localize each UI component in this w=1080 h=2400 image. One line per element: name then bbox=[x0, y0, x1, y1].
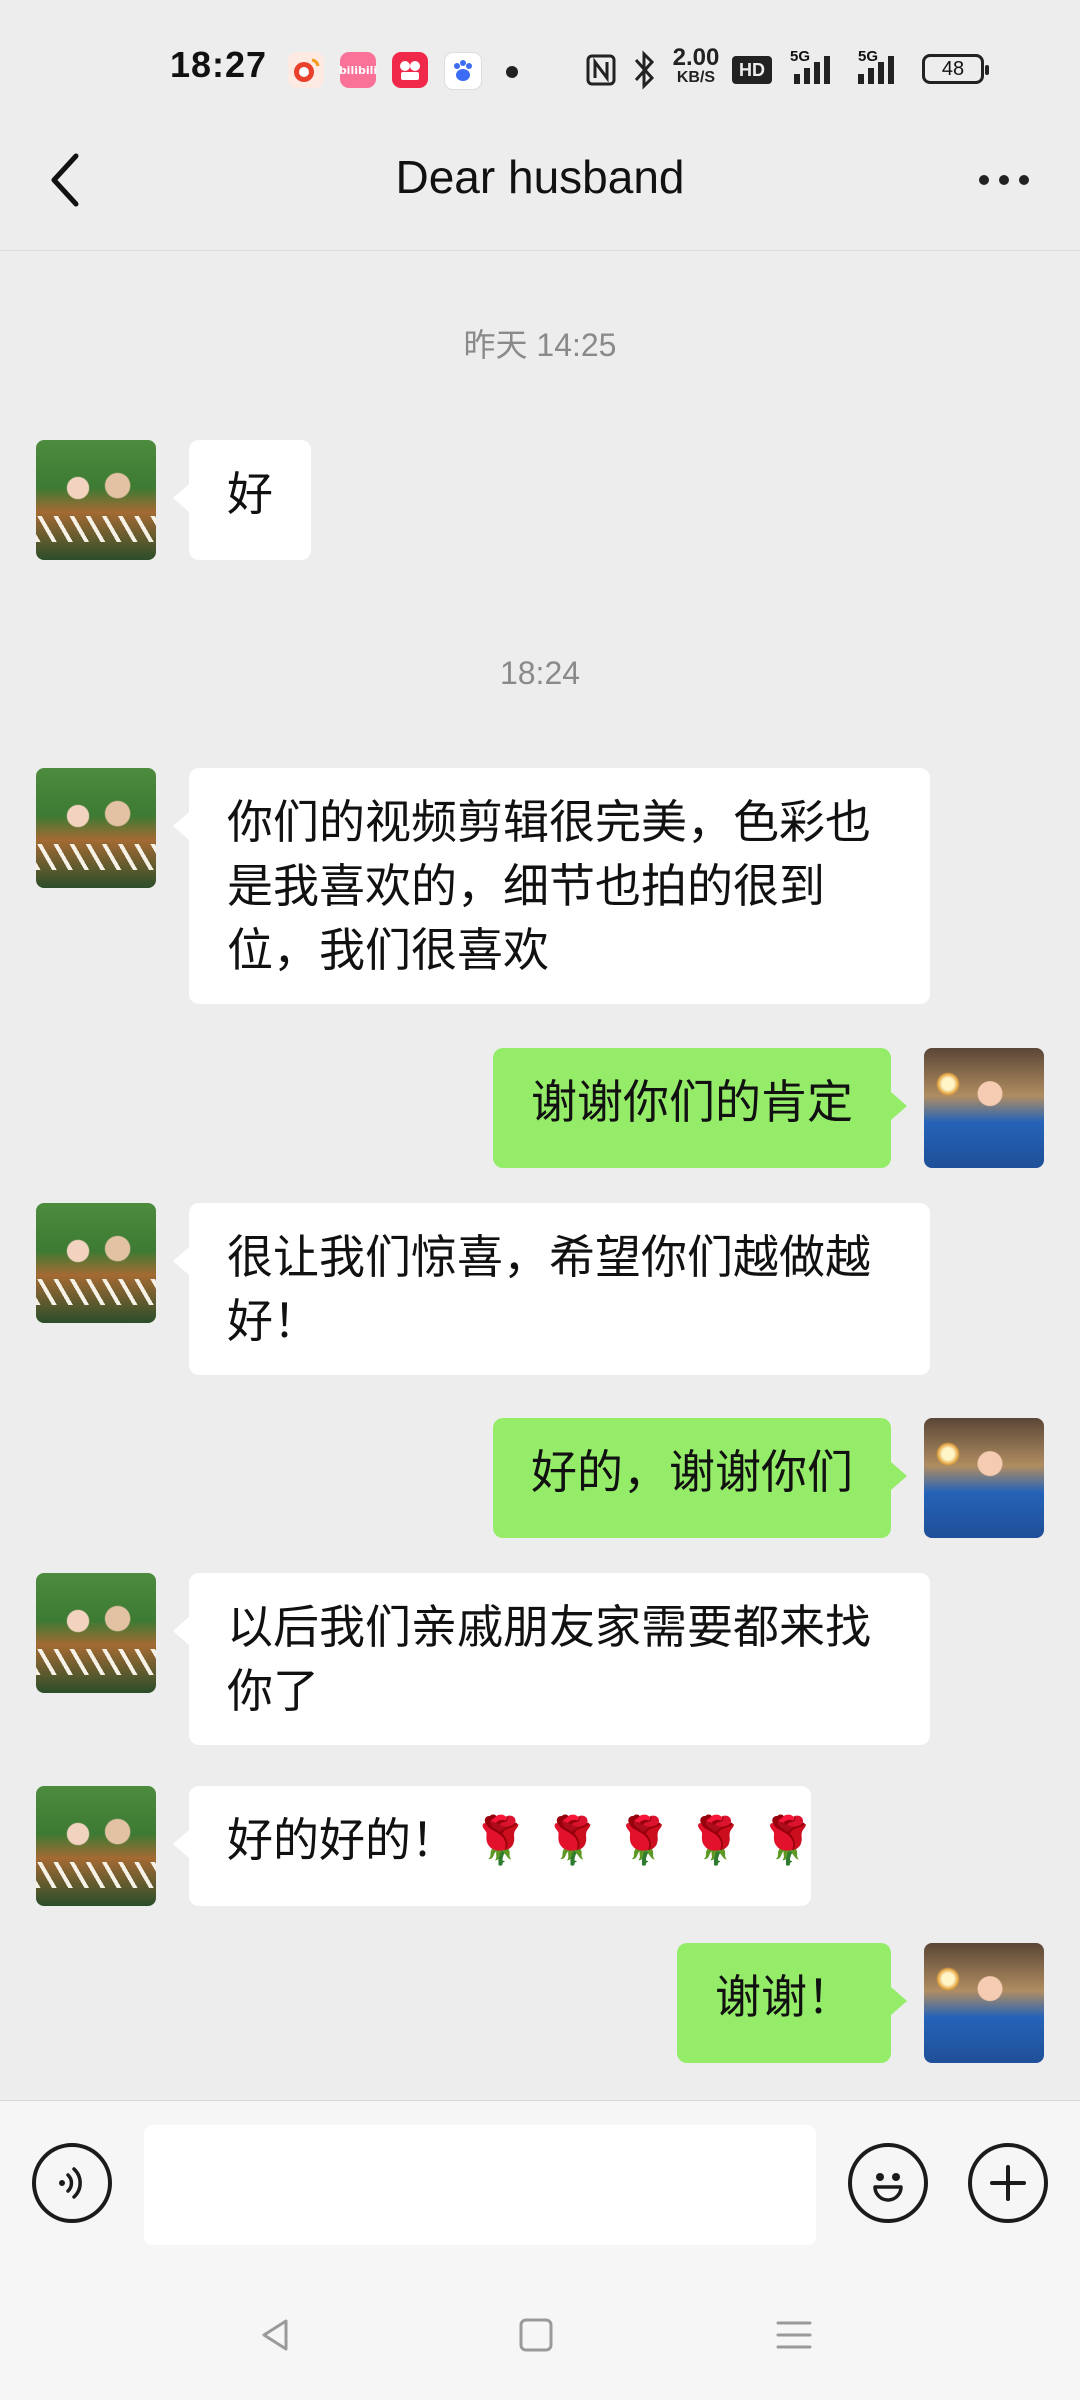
hd-badge: HD bbox=[732, 56, 772, 84]
received-message-bubble[interactable]: 好的好的！ 🌹 🌹 🌹 🌹 🌹 bbox=[173, 1786, 817, 1906]
message-text-input[interactable] bbox=[144, 2125, 816, 2245]
chat-message-list[interactable]: 昨天 14:25 好 18:24 你们的视频剪辑很完美，色彩也是我喜欢的，细节也… bbox=[0, 250, 1080, 2100]
sent-message-bubble[interactable]: 谢谢你们的肯定 bbox=[493, 1048, 907, 1168]
nav-menu-button[interactable] bbox=[754, 2300, 834, 2370]
voice-wave-icon bbox=[59, 2167, 82, 2199]
sent-message-bubble[interactable]: 谢谢！ bbox=[677, 1943, 907, 2063]
chat-header: Dear husband bbox=[0, 120, 1080, 251]
chat-title: Dear husband bbox=[395, 151, 685, 203]
more-dot-icon bbox=[979, 175, 989, 185]
my-avatar[interactable] bbox=[924, 1418, 1044, 1538]
notification-dot bbox=[506, 66, 518, 78]
contact-avatar[interactable] bbox=[36, 768, 156, 888]
status-time: 18:27 bbox=[170, 44, 268, 85]
contact-avatar[interactable] bbox=[36, 1573, 156, 1693]
bilibili-icon: bilibili bbox=[339, 52, 377, 88]
my-avatar[interactable] bbox=[924, 1048, 1044, 1168]
message-timestamp: 18:24 bbox=[499, 655, 581, 691]
emoji-button[interactable] bbox=[848, 2143, 928, 2223]
battery-indicator: 48 bbox=[922, 54, 989, 84]
network-speed: 2.00 KB/S bbox=[672, 44, 720, 87]
more-options-button[interactable] bbox=[964, 150, 1044, 210]
nfc-icon bbox=[586, 54, 616, 86]
message-input-bar bbox=[0, 2100, 1080, 2271]
system-navigation-bar bbox=[0, 2270, 1080, 2400]
nav-back-button[interactable] bbox=[236, 2300, 316, 2370]
my-avatar[interactable] bbox=[924, 1943, 1044, 2063]
status-bar: 18:27 bilibili 2.00 KB/S HD 5G 5G 48 bbox=[0, 0, 1080, 140]
hamburger-menu-icon bbox=[776, 2321, 812, 2349]
received-message-bubble[interactable]: 很让我们惊喜，希望你们越做越好！ bbox=[173, 1203, 930, 1375]
more-functions-button[interactable] bbox=[968, 2143, 1048, 2223]
triangle-back-icon bbox=[262, 2319, 288, 2351]
voice-input-button[interactable] bbox=[32, 2143, 112, 2223]
more-dot-icon bbox=[1019, 175, 1029, 185]
message-timestamp: 昨天 14:25 bbox=[463, 327, 617, 363]
received-message-bubble[interactable]: 以后我们亲戚朋友家需要都来找你了 bbox=[173, 1573, 930, 1745]
signal-icon-2: 5G bbox=[852, 48, 908, 88]
baidu-icon bbox=[444, 52, 482, 90]
received-message-bubble[interactable]: 你们的视频剪辑很完美，色彩也是我喜欢的，细节也拍的很到位，我们很喜欢 bbox=[173, 768, 930, 1004]
signal-icon-1: 5G bbox=[790, 48, 840, 88]
contact-avatar[interactable] bbox=[36, 1786, 156, 1906]
contact-avatar[interactable] bbox=[36, 440, 156, 560]
smiley-face-icon bbox=[873, 2173, 903, 2202]
weibo-icon bbox=[288, 52, 324, 88]
sent-message-bubble[interactable]: 好的，谢谢你们 bbox=[493, 1418, 907, 1538]
square-home-icon bbox=[519, 2318, 553, 2352]
bluetooth-icon bbox=[630, 50, 658, 90]
douyin-video-icon bbox=[392, 52, 428, 88]
nav-home-button[interactable] bbox=[496, 2300, 576, 2370]
received-message-bubble[interactable]: 好 bbox=[173, 440, 311, 560]
contact-avatar[interactable] bbox=[36, 1203, 156, 1323]
more-dot-icon bbox=[999, 175, 1009, 185]
plus-icon bbox=[990, 2165, 1026, 2201]
